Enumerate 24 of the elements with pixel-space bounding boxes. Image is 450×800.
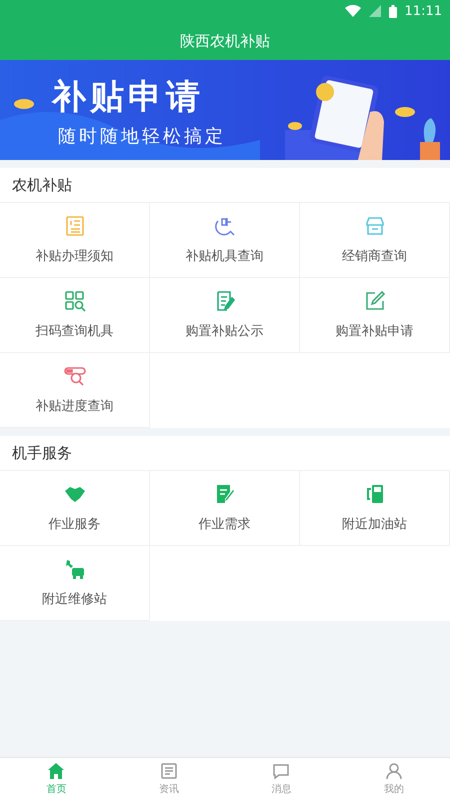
menu-tile[interactable]: 作业需求 <box>150 471 300 546</box>
banner-subtitle: 随时随地轻松搞定 <box>58 125 226 148</box>
banner-title: 补贴申请 <box>52 76 204 119</box>
menu-tile[interactable]: 购置补贴申请 <box>300 278 450 353</box>
status-time: 11:11 <box>404 4 442 18</box>
menu-tile[interactable]: 附近加油站 <box>300 471 450 546</box>
menu-tile[interactable]: 经销商查询 <box>300 203 450 278</box>
app-title: 陕西农机补贴 <box>180 32 270 50</box>
menu-tile[interactable]: 扫码查询机具 <box>0 278 150 353</box>
menu-tile[interactable]: 作业服务 <box>0 471 150 546</box>
menu-tile[interactable]: 附近维修站 <box>0 546 150 621</box>
news-icon <box>160 762 178 780</box>
signal-icon <box>368 5 381 17</box>
section-title: 农机补贴 <box>12 176 72 194</box>
menu-tile[interactable]: 购置补贴公示 <box>150 278 300 353</box>
menu-tile[interactable]: 补贴进度查询 <box>0 353 150 428</box>
menu-tile[interactable]: 补贴办理须知 <box>0 203 150 278</box>
menu-tile[interactable]: 补贴机具查询 <box>150 203 300 278</box>
wifi-icon <box>344 5 361 17</box>
battery-icon <box>388 4 397 18</box>
home-icon <box>47 762 66 780</box>
message-icon <box>272 762 290 780</box>
user-icon <box>384 762 403 780</box>
section-title: 机手服务 <box>12 444 72 462</box>
